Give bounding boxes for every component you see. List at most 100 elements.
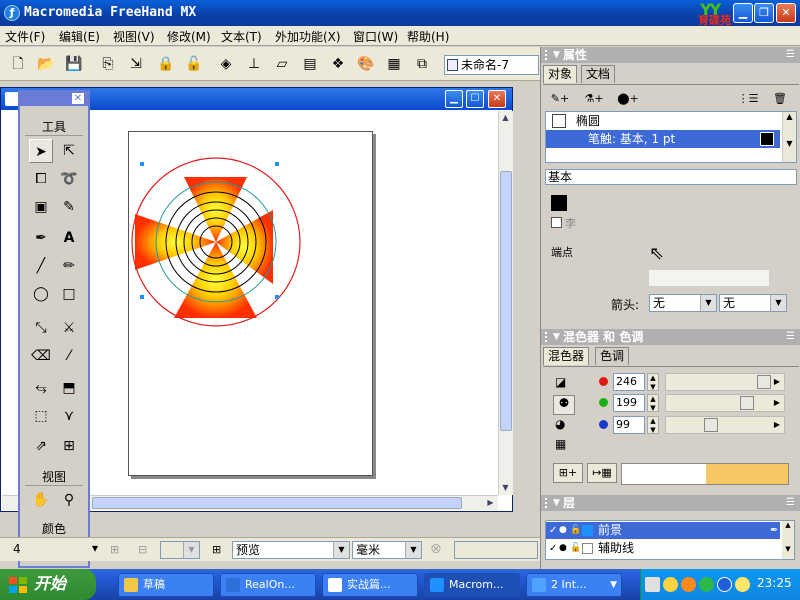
- add-page-icon[interactable]: ⊞: [212, 543, 221, 556]
- zoom-field[interactable]: 4: [10, 541, 40, 559]
- transform-icon[interactable]: ▱: [272, 54, 292, 74]
- document-minimize-button[interactable]: ▁: [445, 90, 463, 108]
- blue-spinner[interactable]: ▲ ▼: [647, 416, 659, 434]
- blue-slider[interactable]: ▶: [665, 416, 785, 434]
- stroke-color-swatch[interactable]: [760, 132, 774, 146]
- close-button[interactable]: ✕: [776, 3, 796, 23]
- layer-row[interactable]: ✓ ● 🔓 前景 ✒: [546, 522, 780, 539]
- view-mode-dropdown-icon[interactable]: ▼: [333, 542, 349, 558]
- arrow-end-select[interactable]: 无 ▼: [719, 294, 787, 312]
- cancel-render-icon[interactable]: ⊗: [430, 541, 442, 557]
- minimize-button[interactable]: ▁: [733, 3, 753, 23]
- eraser-tool-icon[interactable]: ⌫: [29, 344, 53, 368]
- red-value-field[interactable]: 246: [613, 373, 645, 391]
- save-icon[interactable]: 💾: [64, 54, 84, 74]
- blend-tool-icon[interactable]: ⥃: [29, 376, 53, 400]
- layer-lock-icon[interactable]: 🔓: [570, 522, 581, 539]
- menu-edit[interactable]: 编辑(E): [59, 28, 100, 45]
- group-dropdown-icon[interactable]: ▼: [610, 574, 617, 596]
- hls-mode-icon[interactable]: ◕: [555, 417, 573, 435]
- layer-name[interactable]: 辅助线: [598, 540, 634, 557]
- layer-lock-icon[interactable]: 🔓: [570, 540, 581, 557]
- selection-handle[interactable]: [140, 295, 144, 299]
- selection-handle[interactable]: [275, 295, 279, 299]
- subselect-tool-icon[interactable]: ⇱: [57, 139, 81, 163]
- new-document-icon[interactable]: 🗋: [8, 54, 28, 74]
- tab-tints[interactable]: 色调: [595, 347, 630, 365]
- layer-color-swatch[interactable]: [582, 525, 593, 536]
- restore-button[interactable]: ❐: [754, 3, 774, 23]
- mixer-panel-header[interactable]: ▼ 混色器 和 色调 ☰: [541, 329, 800, 345]
- taskbar-item-document[interactable]: 实战篇...: [322, 573, 418, 597]
- blue-slider-arrow-icon[interactable]: ▶: [771, 418, 783, 432]
- menu-window[interactable]: 窗口(W): [353, 28, 398, 45]
- collapse-triangle-icon[interactable]: ▼: [553, 329, 560, 345]
- tray-messenger-icon[interactable]: [663, 577, 678, 592]
- tray-qq-icon[interactable]: [681, 577, 696, 592]
- start-button[interactable]: 开始: [0, 569, 96, 600]
- tab-object[interactable]: 对象: [543, 65, 578, 83]
- panel-grip-icon[interactable]: [545, 332, 553, 342]
- hand-tool-icon[interactable]: ✋: [29, 488, 53, 512]
- vertical-scrollbar[interactable]: ▲ ▼: [498, 111, 513, 495]
- menu-modify[interactable]: 修改(M): [167, 28, 211, 45]
- mirror-tool-icon[interactable]: ⋎: [57, 404, 81, 428]
- menu-extras[interactable]: 外加功能(X): [275, 28, 341, 45]
- export-icon[interactable]: ⇲: [126, 54, 146, 74]
- tab-mixer[interactable]: 混色器: [543, 347, 590, 365]
- red-spinner[interactable]: ▲ ▼: [647, 373, 659, 391]
- align-icon[interactable]: ⊥: [244, 54, 264, 74]
- menu-file[interactable]: 文件(F): [5, 28, 45, 45]
- scroll-up-icon[interactable]: ▲: [499, 111, 512, 124]
- green-slider-knob[interactable]: [740, 396, 754, 410]
- pointer-tool-icon[interactable]: ➤: [29, 139, 53, 163]
- cmyk-mode-icon[interactable]: ◪: [555, 375, 573, 393]
- red-slider[interactable]: ▶: [665, 373, 785, 391]
- document-close-button[interactable]: ✕: [488, 90, 506, 108]
- add-effect-icon[interactable]: ⬤+: [615, 90, 641, 108]
- panel-options-icon[interactable]: ☰: [786, 495, 795, 511]
- delete-attribute-icon[interactable]: 🗑: [767, 90, 793, 108]
- menu-help[interactable]: 帮助(H): [407, 28, 449, 45]
- collapse-triangle-icon[interactable]: ▼: [553, 495, 560, 511]
- lasso-tool-icon[interactable]: ➰: [57, 167, 81, 191]
- artwork[interactable]: [129, 132, 374, 477]
- swatch-grid-button[interactable]: ↦▦: [587, 463, 617, 483]
- swatches-icon[interactable]: ▦: [384, 54, 404, 74]
- green-spinner[interactable]: ▲ ▼: [647, 394, 659, 412]
- properties-panel-header[interactable]: ▼ 属性 ☰: [541, 47, 800, 63]
- taskbar-item-internet[interactable]: 2 Int... ▼: [526, 573, 622, 597]
- page-number-field[interactable]: ▼: [160, 541, 200, 559]
- green-slider[interactable]: ▶: [665, 394, 785, 412]
- document-maximize-button[interactable]: ☐: [466, 90, 484, 108]
- layer-row[interactable]: ✓ ● 🔓 辅助线: [546, 540, 780, 557]
- rgb-mode-icon[interactable]: ⚉: [553, 395, 575, 415]
- taskbar-item-realone[interactable]: RealOn...: [220, 573, 316, 597]
- tray-network-icon[interactable]: [645, 577, 660, 592]
- object-attribute-list[interactable]: 椭圆 笔触: 基本, 1 pt ▲ ▼: [545, 111, 797, 163]
- perspective-tool-icon[interactable]: ⬚: [29, 404, 53, 428]
- layer-name[interactable]: 前景: [598, 522, 622, 539]
- page-tool-icon[interactable]: ⧠: [29, 167, 53, 191]
- brush-tool-icon[interactable]: ⁄: [57, 344, 81, 368]
- list-item[interactable]: 椭圆: [546, 112, 780, 130]
- system-color-icon[interactable]: ▦: [555, 437, 573, 455]
- layers-panel-header[interactable]: ▼ 层 ☰: [541, 495, 800, 511]
- vertical-scroll-thumb[interactable]: [500, 171, 512, 431]
- open-folder-icon[interactable]: 📂: [36, 54, 56, 74]
- stroke-width-field[interactable]: [649, 270, 769, 286]
- green-value-field[interactable]: 199: [613, 394, 645, 412]
- tray-volume-icon[interactable]: [735, 577, 750, 592]
- layer-list-scrollbar[interactable]: ▲ ▼: [782, 521, 794, 559]
- add-fill-icon[interactable]: ⚗+: [581, 90, 607, 108]
- flowchart-tool-icon[interactable]: ⊞: [57, 434, 81, 458]
- layer-color-swatch[interactable]: [582, 543, 593, 554]
- color-well[interactable]: [551, 195, 567, 211]
- group-icon[interactable]: ◈: [216, 54, 236, 74]
- blue-slider-knob[interactable]: [704, 418, 718, 432]
- page-dropdown-icon[interactable]: ▾: [92, 541, 98, 555]
- freehand-app-icon[interactable]: ƒ: [4, 5, 20, 21]
- taskbar-item-macromedia[interactable]: Macrom...: [424, 573, 520, 597]
- layer-preview-icon[interactable]: ●: [559, 522, 567, 539]
- import-icon[interactable]: ⎘: [98, 54, 118, 74]
